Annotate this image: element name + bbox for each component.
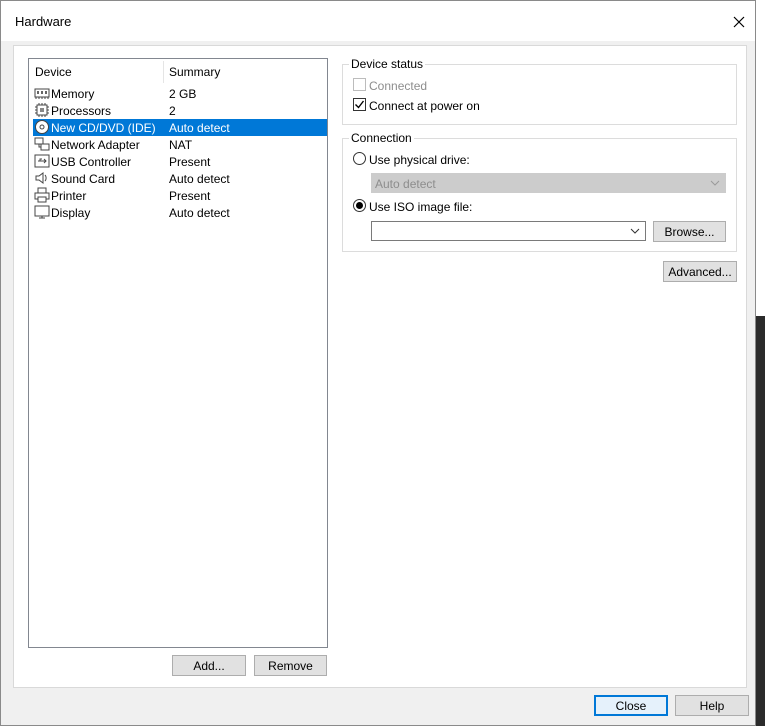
device-row-processors[interactable]: Processors 2 (33, 102, 327, 119)
device-summary: Auto detect (169, 172, 230, 186)
device-name: New CD/DVD (IDE) (51, 121, 156, 135)
close-window-button[interactable] (723, 7, 755, 37)
device-name: Printer (51, 189, 87, 203)
close-icon (733, 16, 745, 28)
chevron-down-icon (630, 228, 640, 234)
column-separator[interactable] (163, 61, 164, 83)
device-summary: Auto detect (169, 121, 230, 135)
printer-icon (34, 187, 50, 203)
device-name: Memory (51, 87, 95, 101)
connected-label[interactable]: Connected (369, 79, 427, 93)
advanced-button[interactable]: Advanced... (663, 261, 737, 282)
use-iso-image-label[interactable]: Use ISO image file: (369, 200, 472, 214)
column-header-summary[interactable]: Summary (169, 65, 220, 79)
device-summary: 2 GB (169, 87, 197, 101)
device-name: USB Controller (51, 155, 132, 169)
device-summary: Present (169, 155, 211, 169)
device-row-cd-dvd[interactable]: New CD/DVD (IDE) Auto detect (33, 119, 327, 136)
display-icon (34, 205, 50, 219)
background-window-edge (756, 316, 765, 726)
usb-controller-icon (34, 154, 50, 168)
device-row-sound-card[interactable]: Sound Card Auto detect (33, 170, 327, 187)
sound-card-icon (35, 172, 47, 184)
device-summary: 2 (169, 104, 176, 118)
network-adapter-icon (34, 137, 50, 151)
hardware-dialog: Hardware Device Summary Memory 2 GB Proc… (0, 0, 756, 726)
device-name: Display (51, 206, 91, 220)
connect-at-power-on-checkbox[interactable] (353, 98, 366, 111)
iso-image-path-input[interactable] (371, 221, 646, 241)
close-button[interactable]: Close (594, 695, 668, 716)
device-row-memory[interactable]: Memory 2 GB (33, 85, 327, 102)
device-summary: Present (169, 189, 211, 203)
window-title: Hardware (15, 14, 72, 29)
memory-icon (34, 88, 50, 99)
title-bar: Hardware (1, 1, 755, 41)
connect-at-power-on-label[interactable]: Connect at power on (369, 99, 480, 113)
column-header-device[interactable]: Device (35, 65, 72, 79)
connected-checkbox[interactable] (353, 78, 366, 91)
connection-group: Connection Use physical drive: Auto dete… (342, 131, 737, 252)
use-physical-drive-label[interactable]: Use physical drive: (369, 153, 470, 167)
device-summary: NAT (169, 138, 193, 152)
connection-title: Connection (349, 131, 414, 145)
device-status-title: Device status (349, 57, 426, 71)
content-panel: Device Summary Memory 2 GB Processors 2 … (13, 45, 747, 688)
device-name: Processors (51, 104, 112, 118)
device-name: Sound Card (51, 172, 116, 186)
device-list[interactable]: Device Summary Memory 2 GB Processors 2 … (28, 58, 328, 648)
use-iso-image-radio[interactable] (353, 199, 366, 212)
checkmark-icon (355, 100, 365, 109)
physical-drive-value: Auto detect (375, 177, 436, 191)
use-physical-drive-radio[interactable] (353, 152, 366, 165)
device-row-usb-controller[interactable]: USB Controller Present (33, 153, 327, 170)
device-name: Network Adapter (51, 138, 140, 152)
add-button[interactable]: Add... (172, 655, 246, 676)
device-row-printer[interactable]: Printer Present (33, 187, 327, 204)
processor-icon (35, 103, 49, 117)
remove-button[interactable]: Remove (254, 655, 327, 676)
device-row-network-adapter[interactable]: Network Adapter NAT (33, 136, 327, 153)
physical-drive-select[interactable]: Auto detect (371, 173, 726, 193)
cd-dvd-icon (35, 120, 49, 134)
device-row-display[interactable]: Display Auto detect (33, 204, 327, 221)
chevron-down-icon (710, 180, 720, 186)
list-header: Device Summary (29, 59, 327, 83)
help-button[interactable]: Help (675, 695, 749, 716)
device-status-group: Device status Connected Connect at power… (342, 57, 737, 125)
browse-button[interactable]: Browse... (653, 221, 726, 242)
device-summary: Auto detect (169, 206, 230, 220)
